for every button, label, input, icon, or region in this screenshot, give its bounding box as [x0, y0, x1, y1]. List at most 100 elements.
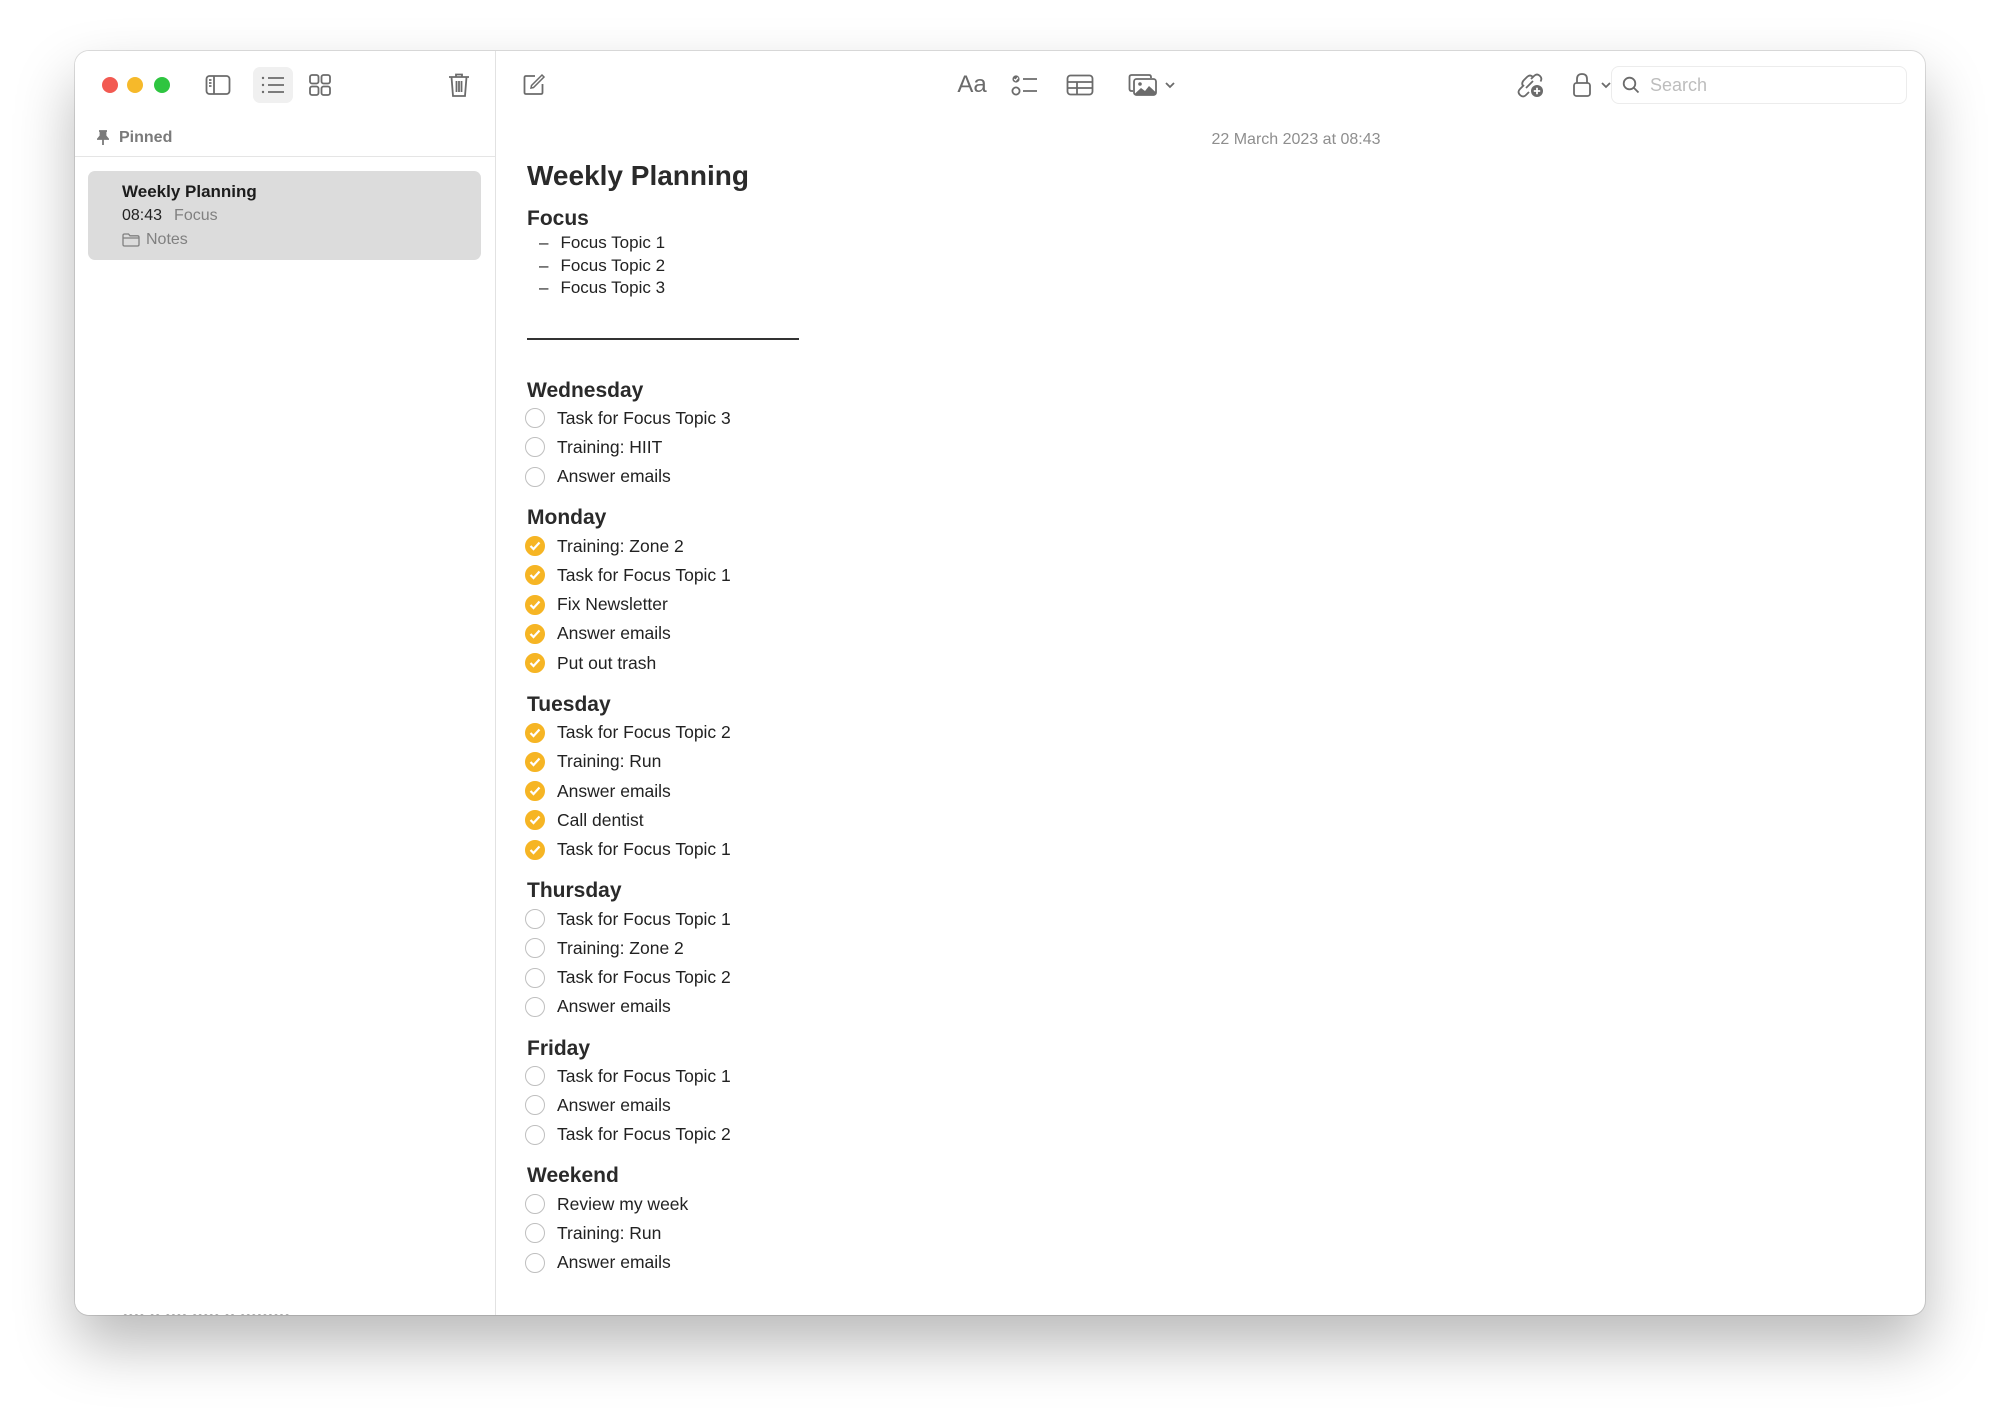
unchecked-checkbox[interactable] — [525, 909, 545, 929]
unchecked-checkbox[interactable] — [525, 466, 545, 487]
checked-checkbox[interactable] — [525, 565, 545, 586]
toggle-sidebar-button[interactable] — [198, 67, 238, 103]
checklist-item-text[interactable]: Put out trash — [557, 653, 656, 674]
checkmark-icon — [529, 845, 541, 855]
unchecked-checkbox[interactable] — [525, 1252, 545, 1273]
checked-checkbox[interactable] — [525, 810, 545, 831]
focus-item-text: Focus Topic 1 — [560, 233, 666, 252]
sidebar: Pinned Weekly Planning 08:43 Focus Notes … — [75, 51, 496, 1315]
checklist-item: Task for Focus Topic 1 — [525, 561, 799, 590]
checklist-item: Answer emails — [525, 1091, 799, 1120]
checklist-item-text[interactable]: Answer emails — [557, 781, 671, 802]
checklist-item-text[interactable]: Review my week — [557, 1194, 688, 1215]
dash-bullet-icon: – — [539, 255, 549, 275]
checklist-item-text[interactable]: Training: HIIT — [557, 437, 662, 458]
checkmark-icon — [529, 816, 541, 825]
checklist-item: Call dentist — [525, 806, 799, 835]
unchecked-checkbox[interactable] — [525, 1124, 545, 1145]
maximize-window-button[interactable] — [154, 77, 170, 93]
unchecked-checkbox[interactable] — [525, 437, 545, 458]
note-item-folder-label: Notes — [146, 231, 188, 248]
search-icon — [1622, 76, 1640, 94]
focus-list: – Focus Topic 1– Focus Topic 2– Focus Topic… — [527, 232, 799, 300]
note-title: Weekly Planning — [527, 160, 749, 191]
checklist-item-text[interactable]: Training: Zone 2 — [557, 938, 684, 959]
focus-list-item: – Focus Topic 3 — [527, 277, 799, 300]
focus-item-text: Focus Topic 2 — [560, 255, 666, 275]
unchecked-checkbox[interactable] — [525, 1223, 545, 1244]
checked-checkbox[interactable] — [525, 623, 545, 644]
checklist-item-text[interactable]: Call dentist — [557, 810, 644, 831]
checklist-item-text[interactable]: Task for Focus Topic 1 — [557, 565, 731, 586]
checklist-item: Task for Focus Topic 3 — [525, 404, 799, 433]
day-section: Weekend Review my week Training: Run Answer… — [525, 1163, 799, 1277]
day-section: Friday Task for Focus Topic 1 Answer email… — [525, 1036, 799, 1150]
unchecked-checkbox[interactable] — [525, 408, 545, 429]
checklist-item-text[interactable]: Task for Focus Topic 1 — [557, 839, 731, 860]
unchecked-checkbox[interactable] — [525, 1095, 545, 1116]
checked-checkbox[interactable] — [525, 536, 545, 557]
checked-checkbox[interactable] — [525, 781, 545, 802]
search-input[interactable] — [1648, 73, 1892, 97]
compose-icon — [523, 73, 546, 95]
focus-list-item: – Focus Topic 1 — [527, 232, 799, 255]
checklist-item: Task for Focus Topic 1 — [525, 835, 799, 864]
photo-gallery-icon — [1128, 74, 1157, 96]
checked-checkbox[interactable] — [525, 839, 545, 860]
unchecked-checkbox[interactable] — [525, 967, 545, 988]
checklist-item-text[interactable]: Answer emails — [557, 1252, 671, 1273]
note-item-preview: Focus — [174, 207, 218, 224]
unchecked-checkbox[interactable] — [525, 996, 545, 1017]
checklist-item: Training: Run — [525, 747, 799, 776]
lock-note-button[interactable] — [1569, 67, 1615, 103]
note-item-time: 08:43 — [122, 207, 163, 224]
checklist-item-text[interactable]: Training: Run — [557, 1223, 661, 1244]
day-heading: Tuesday — [527, 692, 611, 716]
media-button[interactable] — [1124, 67, 1180, 103]
checklist-item-text[interactable]: Task for Focus Topic 1 — [557, 909, 731, 930]
new-note-button[interactable] — [516, 67, 552, 103]
checked-checkbox[interactable] — [525, 722, 545, 743]
note-list-item[interactable]: Weekly Planning 08:43 Focus Notes — [88, 171, 481, 260]
checklist-item: Answer emails — [525, 1248, 799, 1277]
checklist-button[interactable] — [1007, 67, 1043, 103]
checklist-item-text[interactable]: Task for Focus Topic 3 — [557, 408, 731, 429]
unchecked-checkbox[interactable] — [525, 1194, 545, 1215]
sidebar-icon — [205, 75, 231, 95]
format-button[interactable]: Aa — [952, 67, 992, 103]
day-heading: Thursday — [527, 879, 622, 903]
collaborate-link-icon — [1517, 73, 1543, 98]
checkmark-icon — [529, 541, 541, 551]
checklist-item-text[interactable]: Answer emails — [557, 1095, 671, 1116]
close-window-button[interactable] — [102, 77, 118, 93]
checked-checkbox[interactable] — [525, 594, 545, 615]
day-heading: Monday — [527, 506, 607, 530]
checklist-item-text[interactable]: Answer emails — [557, 466, 671, 487]
checklist-item-text[interactable]: Training: Zone 2 — [557, 536, 684, 557]
checklist-item-text[interactable]: Task for Focus Topic 2 — [557, 1124, 731, 1145]
checklist-item-text[interactable]: Answer emails — [557, 996, 671, 1017]
collaborate-button[interactable] — [1512, 67, 1548, 103]
day-heading: Friday — [527, 1036, 591, 1060]
day-section: Monday Training: Zone 2 Task for Focus Top… — [525, 505, 799, 677]
table-button[interactable] — [1062, 67, 1098, 103]
checklist-item-text[interactable]: Training: Run — [557, 751, 661, 772]
table-icon — [1066, 74, 1094, 96]
list-view-button[interactable] — [253, 67, 293, 103]
search-field[interactable] — [1611, 66, 1907, 104]
minimize-window-button[interactable] — [127, 77, 143, 93]
checklist-item-text[interactable]: Task for Focus Topic 2 — [557, 967, 731, 988]
checklist-item-text[interactable]: Answer emails — [557, 623, 671, 644]
gallery-view-button[interactable] — [300, 67, 340, 103]
note-body[interactable]: Weekly Planning Focus – Focus Topic 1– Foc… — [525, 159, 799, 1277]
note-item-folder: Notes — [122, 231, 188, 249]
grid-icon — [309, 74, 331, 96]
unchecked-checkbox[interactable] — [525, 938, 545, 959]
delete-note-button[interactable] — [439, 67, 479, 103]
checked-checkbox[interactable] — [525, 751, 545, 772]
checklist-item-text[interactable]: Task for Focus Topic 1 — [557, 1066, 731, 1087]
checklist-item-text[interactable]: Task for Focus Topic 2 — [557, 722, 731, 743]
unchecked-checkbox[interactable] — [525, 1066, 545, 1087]
checked-checkbox[interactable] — [525, 653, 545, 674]
checklist-item-text[interactable]: Fix Newsletter — [557, 594, 668, 615]
